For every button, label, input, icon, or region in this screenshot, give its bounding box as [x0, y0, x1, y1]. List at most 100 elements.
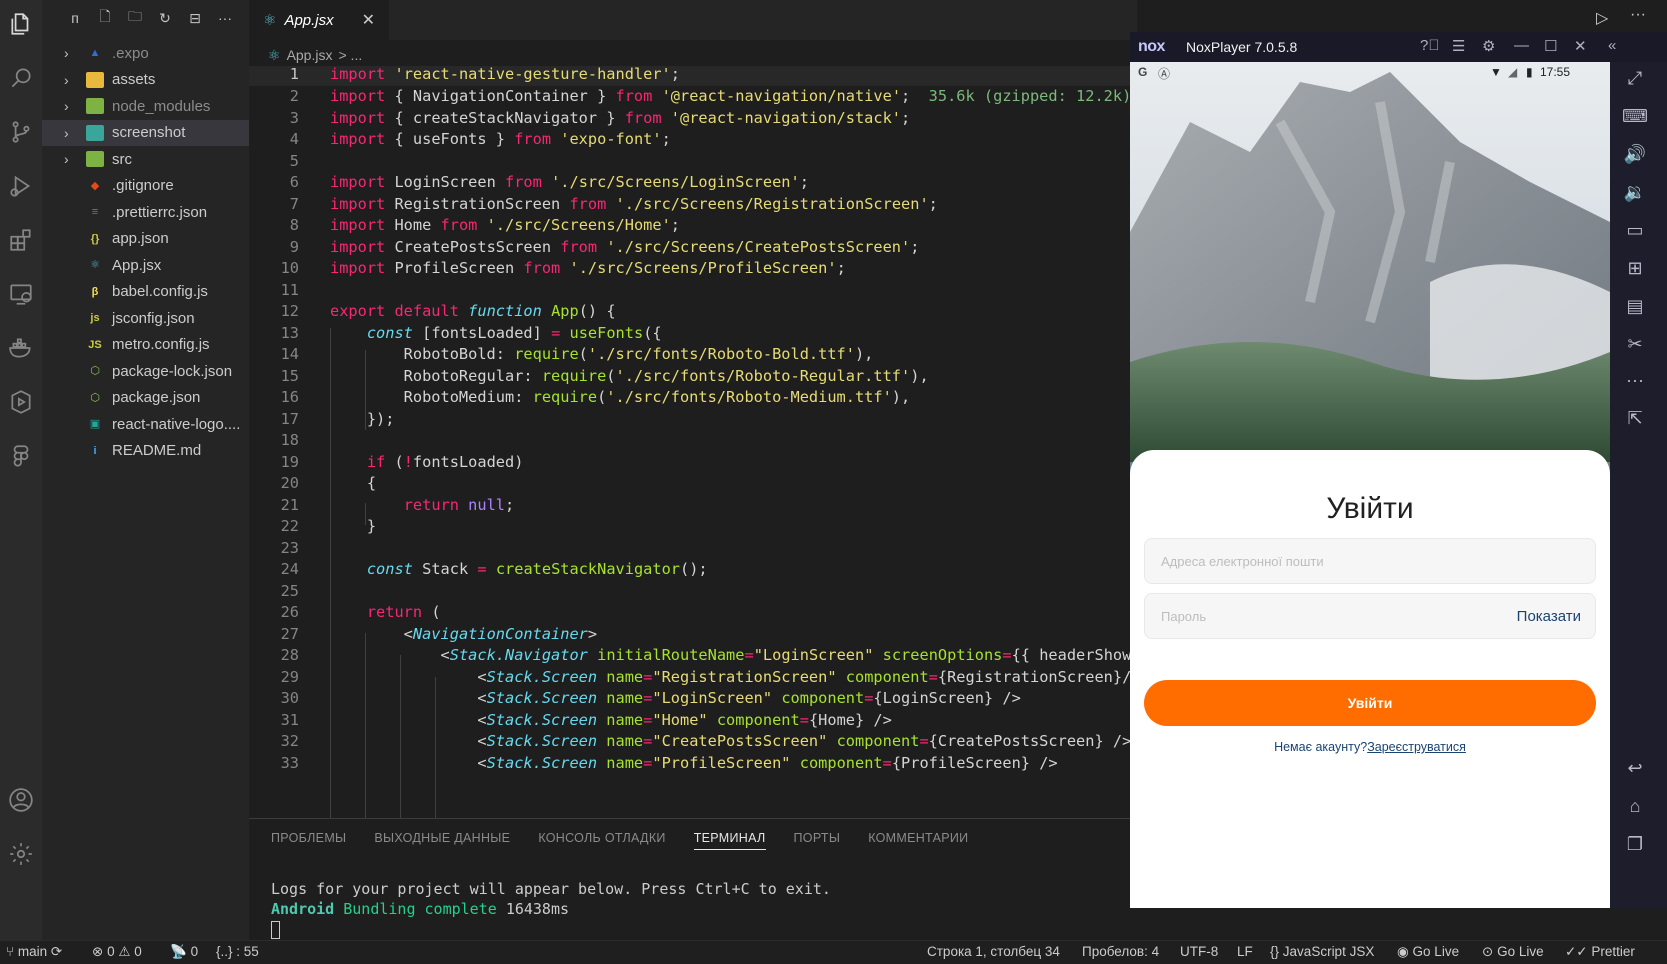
language-label: JavaScript JSX — [1282, 944, 1375, 959]
volume-up-icon[interactable]: 🔊 — [1610, 144, 1660, 165]
account-icon[interactable] — [0, 780, 42, 820]
breadcrumb-separator[interactable]: > ... — [338, 47, 362, 63]
go-live-button-1[interactable]: ◉ Go Live — [1397, 944, 1459, 960]
volume-down-icon[interactable]: 🔉 — [1610, 182, 1660, 203]
email-field[interactable]: Адреса електронної пошти — [1144, 538, 1596, 584]
explorer-icon[interactable] — [0, 4, 42, 44]
branch-indicator[interactable]: ⑂ main ⟳ — [6, 944, 62, 960]
more-actions-icon[interactable]: ··· — [214, 10, 236, 26]
more-icon[interactable]: ··· — [1610, 370, 1660, 391]
home-icon[interactable]: ⌂ — [1610, 796, 1660, 817]
problems-indicator[interactable]: ⊗ 0 ⚠ 0 — [92, 944, 142, 960]
ports-indicator[interactable]: 📡 0 — [170, 944, 198, 960]
remote-explorer-icon[interactable] — [0, 274, 42, 314]
tab-debug-console[interactable]: КОНСОЛЬ ОТЛАДКИ — [538, 831, 665, 850]
breadcrumb-file[interactable]: App.jsx — [287, 47, 333, 63]
refresh-icon[interactable]: ↻ — [154, 10, 176, 27]
screen-icon[interactable]: ▭ — [1610, 220, 1660, 241]
signal-icon: ◢ — [1508, 65, 1518, 79]
register-link[interactable]: Зареєструватися — [1367, 740, 1466, 754]
multi-instance-icon[interactable]: ▤ — [1610, 296, 1660, 317]
go-live-button-2[interactable]: ⊙ Go Live — [1482, 944, 1544, 960]
tab-app-jsx[interactable]: ⚛ App.jsx ✕ — [249, 0, 389, 40]
tree-item[interactable]: ◆ .gitignore — [42, 173, 249, 200]
tree-item[interactable]: › ▲ .expo — [42, 40, 249, 67]
chevron-right-icon[interactable]: › — [64, 151, 76, 167]
login-title: Увійти — [1326, 492, 1414, 525]
tab-ports[interactable]: ПОРТЫ — [794, 831, 841, 850]
tree-item[interactable]: ⚛ App.jsx — [42, 252, 249, 279]
react-native-icon[interactable] — [0, 382, 42, 422]
settings-gear-icon[interactable]: ⚙ — [1482, 37, 1495, 55]
tab-comments[interactable]: КОММЕНТАРИИ — [868, 831, 968, 850]
code-line: 27 <NavigationContainer> — [280, 625, 598, 643]
scissors-icon[interactable]: ✂ — [1610, 334, 1660, 355]
search-icon[interactable] — [0, 58, 42, 98]
keyboard-icon[interactable]: ⌨ — [1610, 106, 1660, 127]
tab-problems[interactable]: ПРОБЛЕМЫ — [271, 831, 346, 850]
collapse-sidebar-icon[interactable]: « — [1608, 37, 1616, 54]
back-icon[interactable]: ↩ — [1610, 758, 1660, 779]
tree-item[interactable]: › screenshot — [42, 119, 249, 146]
tree-item[interactable]: › node_modules — [42, 93, 249, 120]
cursor-position[interactable]: Строка 1, столбец 34 — [927, 944, 1060, 959]
language-mode[interactable]: {} JavaScript JSX — [1270, 944, 1374, 959]
minimize-icon[interactable]: — — [1514, 37, 1529, 54]
settings-gear-icon[interactable] — [0, 834, 42, 874]
password-placeholder: Пароль — [1161, 609, 1207, 624]
tab-terminal[interactable]: ТЕРМИНАЛ — [693, 831, 766, 850]
run-debug-icon[interactable] — [0, 166, 42, 206]
chevron-right-icon[interactable]: › — [64, 45, 76, 61]
close-icon[interactable]: ✕ — [1574, 37, 1587, 55]
android-screen[interactable]: G Ⓐ ▼ ◢ ▮ 17:55 Увійти Адреса електронно… — [1130, 62, 1610, 908]
tree-item[interactable]: β babel.config.js — [42, 279, 249, 306]
maximize-icon[interactable]: ☐ — [1544, 37, 1557, 55]
tree-item[interactable]: i README.md — [42, 438, 249, 465]
tree-item[interactable]: ▣ react-native-logo.... — [42, 411, 249, 438]
tree-item[interactable]: › assets — [42, 67, 249, 94]
indentation[interactable]: Пробелов: 4 — [1082, 944, 1159, 959]
code-line: 20 { — [280, 474, 377, 492]
extensions-icon[interactable] — [0, 220, 42, 260]
tab-output[interactable]: ВЫХОДНЫЕ ДАННЫЕ — [374, 831, 510, 850]
fullscreen-icon[interactable]: ⤢ — [1610, 68, 1660, 89]
code-editor[interactable]: 1 import 'react-native-gesture-handler'; … — [249, 66, 1137, 818]
terminal-cursor — [271, 920, 280, 939]
password-field[interactable]: Пароль Показати — [1144, 593, 1596, 639]
run-icon[interactable]: ▷ — [1596, 8, 1608, 28]
tree-item[interactable]: {} app.json — [42, 226, 249, 253]
docker-icon[interactable] — [0, 328, 42, 368]
menu-icon[interactable]: ☰ — [1452, 37, 1465, 55]
help-icon[interactable]: ?⃝ — [1420, 37, 1440, 54]
chevron-right-icon[interactable]: › — [64, 72, 76, 88]
tree-item[interactable]: ⬡ package-lock.json — [42, 358, 249, 385]
collapse-all-icon[interactable]: ⊟ — [184, 10, 206, 27]
terminal-output[interactable]: Logs for your project will appear below.… — [271, 879, 831, 939]
tree-item[interactable]: ≡ .prettierrc.json — [42, 199, 249, 226]
tree-item[interactable]: › src — [42, 146, 249, 173]
new-folder-icon[interactable]: 🗀 — [124, 6, 146, 30]
new-file-icon[interactable]: 🗋 — [94, 6, 116, 30]
recent-apps-icon[interactable]: ❐ — [1610, 834, 1660, 855]
code-line: 16 RobotoMedium: require('./src/fonts/Ro… — [280, 388, 911, 406]
encoding[interactable]: UTF-8 — [1180, 944, 1218, 959]
login-button[interactable]: Увійти — [1144, 680, 1596, 726]
brackets-indicator[interactable]: {..} : 55 — [216, 944, 259, 959]
tree-item[interactable]: JS metro.config.js — [42, 332, 249, 359]
tree-item[interactable]: ⬡ package.json — [42, 385, 249, 412]
tree-item[interactable]: js jsconfig.json — [42, 305, 249, 332]
end-of-line[interactable]: LF — [1237, 944, 1253, 959]
close-icon[interactable]: ✕ — [362, 10, 375, 30]
apk-install-icon[interactable]: ⊞ — [1610, 258, 1660, 279]
chevron-right-icon[interactable]: › — [64, 98, 76, 114]
chevron-right-icon[interactable]: › — [64, 125, 76, 141]
tree-item-label: .gitignore — [112, 177, 174, 195]
prettier-status[interactable]: ✓✓ Prettier — [1565, 944, 1635, 960]
editor-more-icon[interactable]: ··· — [1630, 6, 1646, 24]
source-control-icon[interactable] — [0, 112, 42, 152]
code-line: 30 <Stack.Screen name="LoginScreen" comp… — [280, 689, 1021, 707]
git-branch-icon: ⑂ — [6, 944, 15, 959]
figma-icon[interactable] — [0, 436, 42, 476]
share-icon[interactable]: ⇱ — [1610, 408, 1660, 429]
show-password-button[interactable]: Показати — [1517, 608, 1581, 625]
